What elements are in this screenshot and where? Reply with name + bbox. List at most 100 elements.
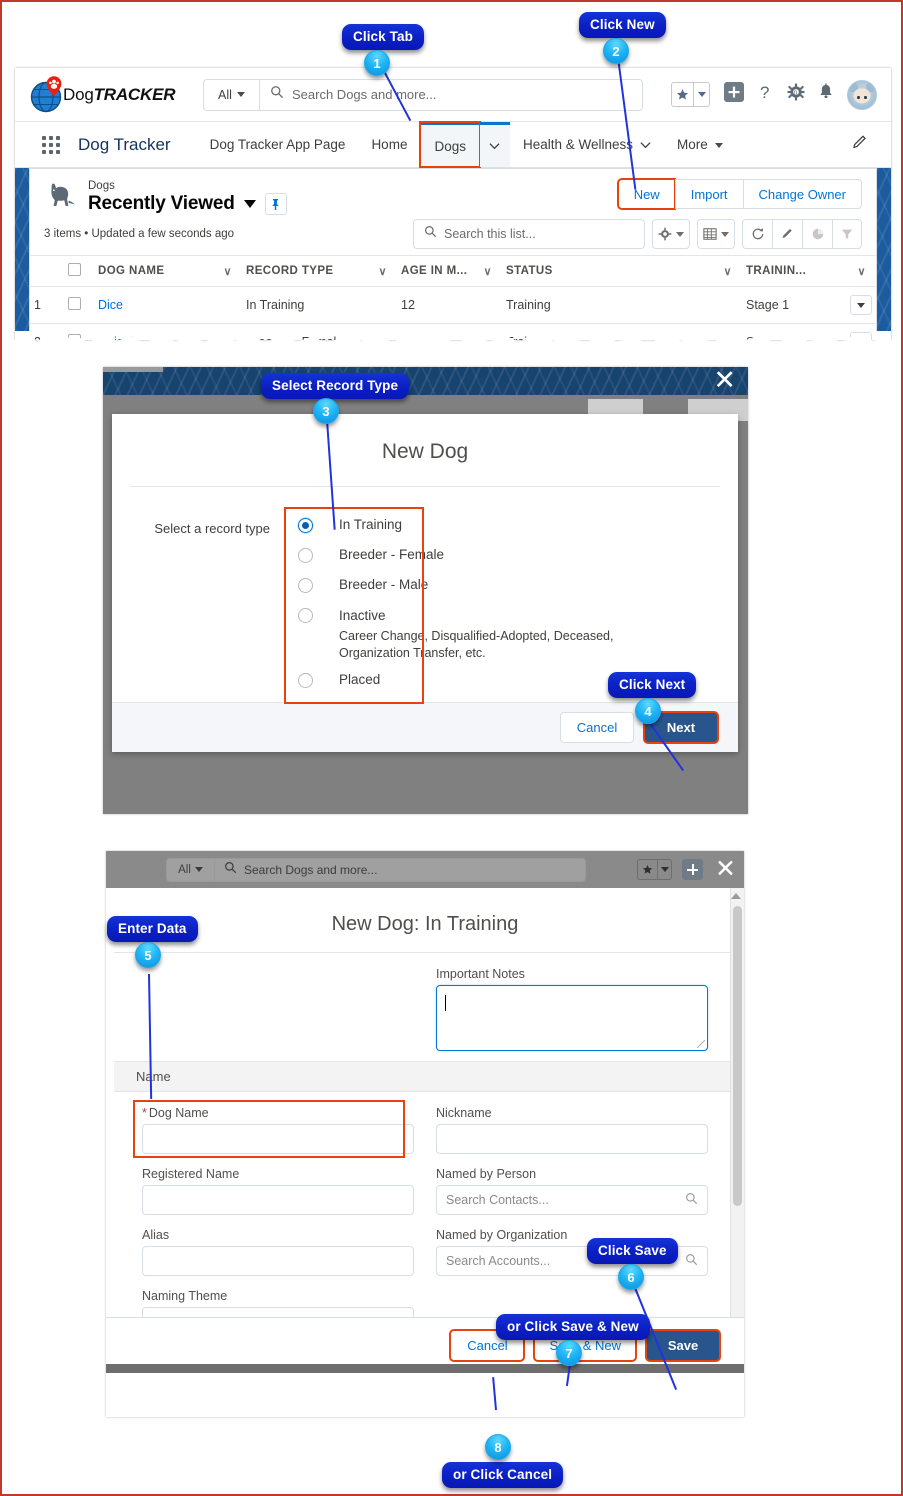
svg-text:?: ? — [760, 83, 769, 102]
dog-name-link[interactable]: Dice — [98, 298, 123, 312]
nav-tab-app-page[interactable]: Dog Tracker App Page — [197, 122, 359, 167]
chevron-down-icon[interactable]: ∨ — [858, 265, 866, 278]
filter-icon[interactable] — [832, 219, 862, 249]
scroll-up-arrow-icon[interactable] — [731, 893, 741, 899]
nav-tab-more[interactable]: More — [664, 122, 736, 167]
nav-tab-health-wellness[interactable]: Health & Wellness — [510, 122, 664, 167]
gear-icon[interactable]: 0 — [787, 83, 805, 106]
row-checkbox[interactable] — [68, 297, 81, 310]
select-all-header[interactable] — [64, 255, 94, 287]
nav-tab-dogs-group[interactable]: Dogs — [419, 121, 510, 168]
chevron-down-icon[interactable]: ∨ — [224, 265, 232, 278]
nav-tab-home[interactable]: Home — [358, 122, 420, 167]
refresh-icon[interactable] — [742, 219, 772, 249]
resize-handle[interactable] — [697, 1040, 705, 1048]
cell-training: St... — [742, 323, 876, 340]
close-icon[interactable]: ✕ — [715, 857, 736, 882]
important-notes-textarea[interactable] — [436, 985, 708, 1051]
row-number-header — [30, 255, 64, 287]
list-view-display-table-icon[interactable] — [697, 219, 735, 249]
row-checkbox[interactable] — [68, 334, 81, 340]
form-scrollbar[interactable] — [730, 888, 744, 1373]
favorites-button[interactable] — [671, 82, 710, 107]
list-view-subheader: 3 items • Updated a few seconds ago — [30, 215, 876, 255]
global-header-icons: ? 0 — [671, 79, 877, 110]
column-header-training[interactable]: TRAININ... ∨ — [742, 255, 876, 287]
cell-dog-name[interactable]: Chiqui — [94, 323, 242, 340]
important-notes-field: Important Notes — [436, 967, 708, 1051]
chevron-down-icon — [236, 92, 245, 97]
row-select-cell[interactable] — [64, 323, 94, 340]
app-logo[interactable]: DogTRACKER — [27, 74, 197, 116]
chevron-down-icon[interactable]: ∨ — [379, 265, 387, 278]
column-header-record-type[interactable]: RECORD TYPE ∨ — [242, 255, 397, 287]
radio-in-training[interactable] — [298, 517, 313, 533]
row-actions-chevron-down-icon[interactable] — [850, 332, 872, 340]
search-icon[interactable] — [685, 1192, 698, 1208]
list-search-box[interactable] — [413, 219, 645, 249]
list-view-name: Recently Viewed — [88, 193, 235, 214]
search-scope-selector[interactable]: All — [204, 79, 260, 110]
notes-spacer — [142, 967, 414, 1051]
nav-tab-dogs-chevron-down-icon[interactable] — [479, 122, 510, 167]
cell-dog-name[interactable]: Dice — [94, 286, 242, 324]
row-actions-chevron-down-icon[interactable] — [850, 295, 872, 315]
nickname-input[interactable] — [436, 1124, 708, 1154]
user-avatar[interactable] — [847, 79, 877, 110]
chevron-down-icon[interactable] — [640, 137, 651, 152]
list-view-controls-gear-icon[interactable] — [652, 219, 690, 249]
nav-tab-dogs[interactable]: Dogs — [419, 121, 481, 168]
chevron-down-icon[interactable] — [714, 143, 723, 148]
change-owner-button[interactable]: Change Owner — [742, 179, 862, 209]
row-select-cell[interactable] — [64, 286, 94, 324]
list-search-input[interactable] — [444, 227, 644, 241]
global-actions-plus-icon[interactable] — [723, 81, 745, 108]
table-row[interactable]: 2 Chiqui Breeder - Female Training St... — [30, 323, 876, 340]
registered-name-field: Registered Name — [142, 1167, 414, 1215]
search-icon[interactable] — [685, 1253, 698, 1269]
edit-pencil-icon[interactable] — [772, 219, 802, 249]
cell-status: Training — [502, 286, 742, 324]
alias-label: Alias — [142, 1228, 170, 1242]
column-header-status[interactable]: STATUS ∨ — [502, 255, 742, 287]
list-view-chevron-down-icon[interactable] — [243, 200, 256, 208]
app-launcher-icon[interactable] — [42, 135, 60, 154]
edit-page-pencil-icon[interactable] — [852, 134, 869, 156]
notifications-bell-icon[interactable] — [818, 83, 834, 106]
star-icon — [672, 83, 693, 106]
nav-tab-label: Dog Tracker App Page — [209, 137, 346, 152]
dog-name-field: * Dog Name — [133, 1100, 414, 1158]
chart-pie-icon[interactable] — [802, 219, 832, 249]
important-notes-label: Important Notes — [436, 967, 525, 981]
column-header-dog-name[interactable]: DOG NAME ∨ — [94, 255, 242, 287]
chevron-down-icon[interactable]: ∨ — [484, 265, 492, 278]
close-icon[interactable]: ✕ — [713, 367, 736, 394]
scrollbar-thumb[interactable] — [733, 906, 742, 1206]
modal-body: Select a record type In Training Breeder… — [112, 487, 738, 704]
nickname-label: Nickname — [436, 1106, 492, 1120]
global-search-box[interactable]: All — [203, 78, 643, 111]
callout-3: Select Record Type — [261, 373, 410, 399]
global-search-input[interactable] — [292, 87, 642, 102]
help-question-icon[interactable]: ? — [758, 82, 774, 107]
named-by-person-input[interactable]: Search Contacts... — [436, 1185, 708, 1215]
callout-5: Enter Data — [107, 916, 198, 942]
favorites-chevron-down-icon[interactable] — [693, 83, 709, 106]
registered-name-input[interactable] — [142, 1185, 414, 1215]
chevron-down-icon — [194, 867, 203, 872]
alias-input[interactable] — [142, 1246, 414, 1276]
chevron-down-icon[interactable]: ∨ — [724, 265, 732, 278]
form-title: New Dog: In Training — [331, 913, 519, 935]
cancel-button[interactable]: Cancel — [560, 711, 634, 743]
nav-tab-label: Dogs — [434, 138, 466, 154]
screenshot-root: DogTRACKER All Search Dogs and more... ?… — [0, 0, 903, 1496]
dog-name-link[interactable]: Chiqui — [98, 335, 133, 340]
new-button[interactable]: New — [616, 178, 676, 210]
select-all-checkbox[interactable] — [68, 263, 81, 276]
callout-4: Click Next — [608, 672, 697, 698]
list-view-background: Dogs Recently Viewed New Import Change O — [15, 168, 891, 340]
import-button[interactable]: Import — [674, 179, 743, 209]
pin-list-view-button[interactable] — [264, 193, 287, 215]
column-header-age[interactable]: AGE IN M... ∨ — [397, 255, 502, 287]
table-row[interactable]: 1 Dice In Training 12 Training Stage 1 — [30, 286, 876, 324]
